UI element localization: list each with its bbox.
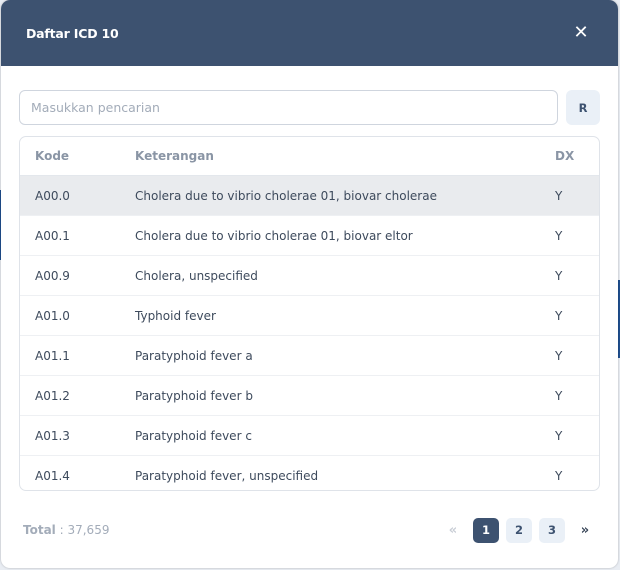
table-row[interactable]: A01.0 Typhoid fever Y bbox=[20, 295, 599, 336]
total-separator: : bbox=[55, 523, 68, 537]
cell-description: Paratyphoid fever c bbox=[135, 415, 555, 456]
modal-header: Daftar ICD 10 ✕ bbox=[1, 0, 618, 66]
cell-description: Typhoid fever bbox=[135, 295, 555, 336]
total-value: 37,659 bbox=[67, 523, 110, 537]
total-label: Total bbox=[23, 523, 56, 537]
total-count: Total : 37,659 bbox=[23, 523, 109, 537]
cell-description: Paratyphoid fever b bbox=[135, 375, 555, 416]
table-row[interactable]: A01.1 Paratyphoid fever a Y bbox=[20, 335, 599, 376]
prev-page-button[interactable]: « bbox=[440, 518, 466, 543]
column-header-code: Kode bbox=[20, 137, 135, 176]
cell-code: A00.1 bbox=[20, 215, 135, 256]
cell-dx: Y bbox=[555, 375, 599, 416]
cell-code: A01.2 bbox=[20, 375, 135, 416]
page-button-3[interactable]: 3 bbox=[539, 517, 565, 543]
column-header-dx: DX bbox=[555, 137, 599, 176]
cell-dx: Y bbox=[555, 175, 599, 216]
next-page-button[interactable]: » bbox=[572, 518, 598, 543]
icd10-modal: Daftar ICD 10 ✕ R Kode Keterangan DX A00… bbox=[1, 0, 618, 568]
table-row[interactable]: A01.2 Paratyphoid fever b Y bbox=[20, 375, 599, 416]
icd-table: Kode Keterangan DX A00.0 Cholera due to … bbox=[19, 136, 600, 491]
cell-code: A01.1 bbox=[20, 335, 135, 376]
search-input[interactable] bbox=[19, 90, 558, 125]
close-icon[interactable]: ✕ bbox=[572, 24, 590, 42]
cell-description: Cholera, unspecified bbox=[135, 255, 555, 296]
table-row[interactable]: A00.9 Cholera, unspecified Y bbox=[20, 255, 599, 296]
cell-description: Paratyphoid fever, unspecified bbox=[135, 468, 319, 483]
cell-description: Paratyphoid fever a bbox=[135, 335, 555, 376]
reset-button[interactable]: R bbox=[566, 90, 600, 125]
cell-dx: Y bbox=[555, 335, 599, 376]
table-row[interactable]: A00.0 Cholera due to vibrio cholerae 01,… bbox=[20, 175, 599, 216]
table-row[interactable]: A01.4 Paratyphoid fever, unspecified Y bbox=[20, 456, 599, 491]
cell-dx: Y bbox=[555, 215, 599, 256]
search-row: R bbox=[19, 90, 600, 125]
table-row[interactable]: A00.1 Cholera due to vibrio cholerae 01,… bbox=[20, 215, 599, 256]
cell-code: A01.0 bbox=[20, 295, 135, 336]
cell-dx: Y bbox=[555, 255, 599, 296]
cell-code: A01.4 bbox=[35, 468, 70, 483]
cell-dx: Y bbox=[555, 295, 599, 336]
cell-description: Cholera due to vibrio cholerae 01, biova… bbox=[135, 215, 555, 256]
table-footer: Total : 37,659 « 1 2 3 » bbox=[23, 517, 598, 543]
cell-dx: Y bbox=[555, 415, 599, 456]
page-button-1[interactable]: 1 bbox=[473, 517, 499, 543]
table-row[interactable]: A01.3 Paratyphoid fever c Y bbox=[20, 415, 599, 456]
page-button-2[interactable]: 2 bbox=[506, 517, 532, 543]
cell-code: A00.9 bbox=[20, 255, 135, 296]
cell-code: A00.0 bbox=[20, 175, 135, 216]
table-header-row: Kode Keterangan DX bbox=[20, 137, 599, 176]
cell-code: A01.3 bbox=[20, 415, 135, 456]
modal-title: Daftar ICD 10 bbox=[26, 25, 119, 41]
column-header-description: Keterangan bbox=[135, 137, 555, 176]
cell-dx: Y bbox=[555, 468, 563, 483]
cell-description: Cholera due to vibrio cholerae 01, biova… bbox=[135, 175, 555, 216]
pagination: « 1 2 3 » bbox=[440, 517, 598, 543]
